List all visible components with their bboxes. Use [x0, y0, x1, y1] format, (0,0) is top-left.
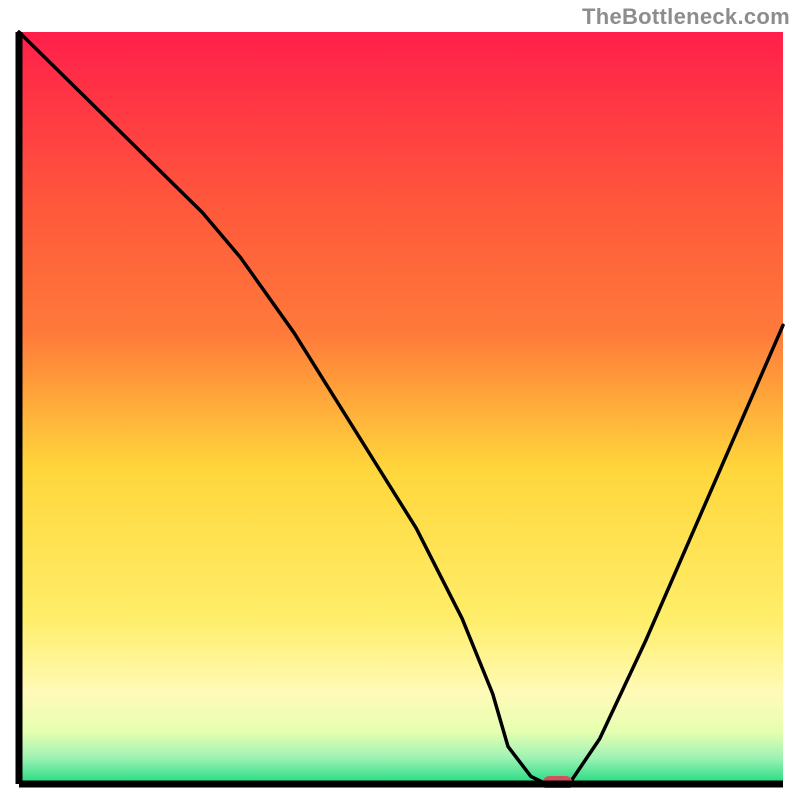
watermark-text: TheBottleneck.com	[582, 4, 790, 30]
plot-svg	[15, 28, 787, 788]
figure: TheBottleneck.com	[0, 0, 800, 800]
plot-area	[15, 28, 787, 788]
